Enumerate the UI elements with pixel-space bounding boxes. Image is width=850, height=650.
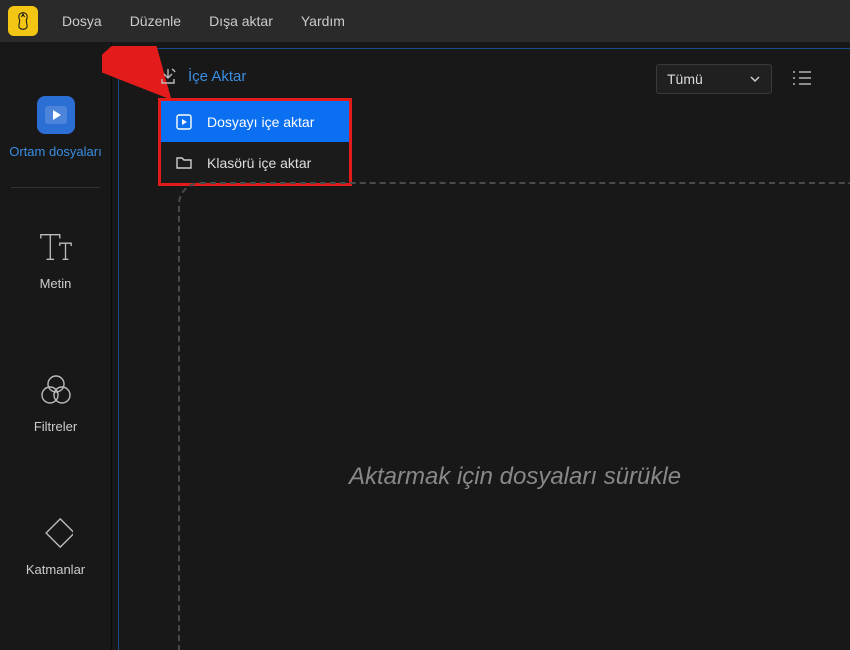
logo-icon <box>14 11 32 31</box>
sidebar-item-label: Katmanlar <box>26 562 85 577</box>
menu-export[interactable]: Dışa aktar <box>197 7 285 35</box>
sidebar-item-label: Metin <box>40 276 72 291</box>
import-button[interactable]: İçe Aktar <box>158 66 246 86</box>
sidebar-item-media[interactable]: Ortam dosyaları <box>0 80 111 183</box>
dropdown-import-folder[interactable]: Klasörü içe aktar <box>161 142 349 183</box>
import-label: İçe Aktar <box>188 68 246 85</box>
layers-icon <box>37 514 75 552</box>
drop-zone[interactable]: Aktarmak için dosyaları sürükle <box>178 182 850 650</box>
media-icon <box>37 96 75 134</box>
view-list-toggle[interactable] <box>788 64 816 92</box>
drop-zone-hint: Aktarmak için dosyaları sürükle <box>349 463 681 491</box>
dropdown-item-label: Dosyayı içe aktar <box>207 114 314 130</box>
dropdown-import-file[interactable]: Dosyayı içe aktar <box>161 101 349 142</box>
folder-icon <box>175 155 193 171</box>
menubar: Dosya Düzenle Dışa aktar Yardım <box>0 0 850 42</box>
sidebar: Ortam dosyaları Metin Filtreler <box>0 42 112 650</box>
sidebar-item-text[interactable]: Metin <box>0 212 111 315</box>
menu-file[interactable]: Dosya <box>50 7 114 35</box>
filter-dropdown[interactable]: Tümü <box>656 64 772 94</box>
import-dropdown: Dosyayı içe aktar Klasörü içe aktar <box>158 98 352 186</box>
list-view-icon <box>791 69 813 87</box>
sidebar-item-filters[interactable]: Filtreler <box>0 355 111 458</box>
dropdown-item-label: Klasörü içe aktar <box>207 155 311 171</box>
filters-icon <box>37 371 75 409</box>
menu-help[interactable]: Yardım <box>289 7 357 35</box>
chevron-down-icon <box>749 75 761 83</box>
content-area: İçe Aktar Dosyayı içe aktar Klasörü içe … <box>112 42 850 650</box>
sidebar-item-label: Filtreler <box>34 419 77 434</box>
sidebar-item-label: Ortam dosyaları <box>9 144 101 159</box>
file-play-icon <box>175 113 193 131</box>
sidebar-item-layers[interactable]: Katmanlar <box>0 498 111 601</box>
menu-edit[interactable]: Düzenle <box>118 7 193 35</box>
filter-selected: Tümü <box>667 71 703 87</box>
text-icon <box>37 228 75 266</box>
sidebar-divider <box>11 187 100 188</box>
import-icon <box>158 66 178 86</box>
app-logo <box>8 6 38 36</box>
